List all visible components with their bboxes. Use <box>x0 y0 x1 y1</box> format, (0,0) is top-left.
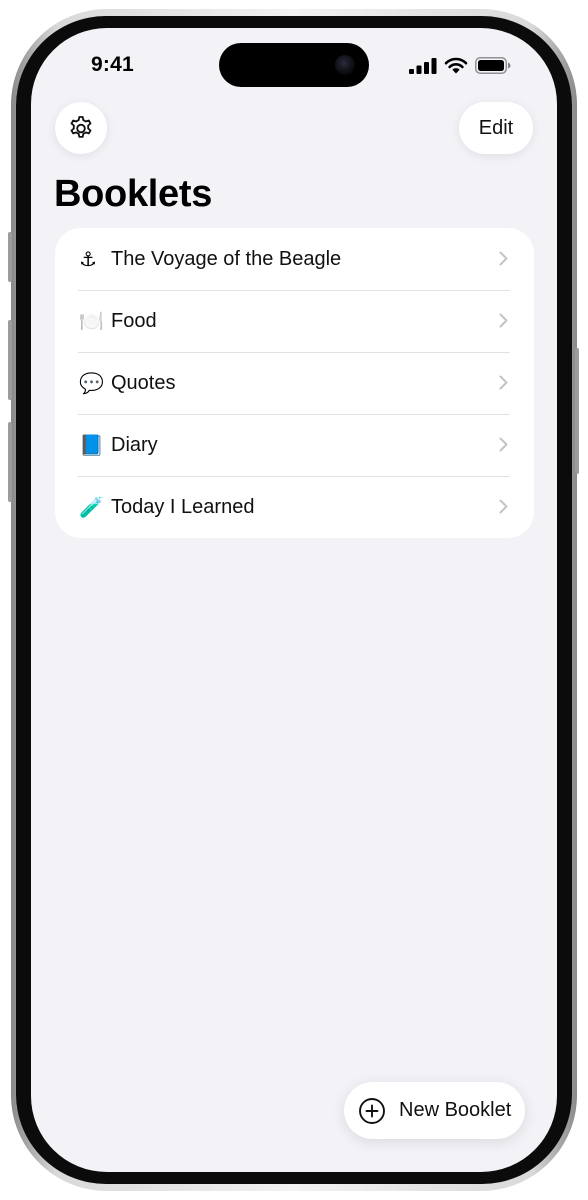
test-tube-icon: 🧪 <box>79 495 104 519</box>
chevron-right-icon <box>499 437 508 452</box>
booklet-list: ⚓ The Voyage of the Beagle 🍽️ Food 💬 Quo… <box>55 228 534 538</box>
plus-circle-icon <box>359 1097 385 1124</box>
chevron-right-icon <box>499 251 508 266</box>
booklet-label: The Voyage of the Beagle <box>111 247 342 270</box>
booklet-label: Today I Learned <box>111 495 255 518</box>
action-button <box>8 232 12 282</box>
new-booklet-label: New Booklet <box>399 1099 512 1121</box>
dynamic-island <box>219 43 369 87</box>
settings-button[interactable] <box>55 102 107 154</box>
status-time: 9:41 <box>91 53 134 76</box>
booklet-item-today-i-learned[interactable]: 🧪 Today I Learned <box>55 476 534 538</box>
blue-book-icon: 📘 <box>79 433 104 457</box>
new-booklet-button[interactable]: New Booklet <box>344 1082 525 1139</box>
speech-bubble-icon: 💬 <box>79 371 104 395</box>
booklet-item-food[interactable]: 🍽️ Food <box>55 290 534 352</box>
chevron-right-icon <box>499 499 508 514</box>
chevron-right-icon <box>499 313 508 328</box>
front-camera <box>335 55 355 75</box>
chevron-right-icon <box>499 375 508 390</box>
app-screen: 9:41 Edit Booklets ⚓ The Voyage of the B… <box>31 28 557 1172</box>
booklet-label: Quotes <box>111 371 176 394</box>
edit-button[interactable]: Edit <box>459 102 533 154</box>
booklet-item-quotes[interactable]: 💬 Quotes <box>55 352 534 414</box>
volume-down-button <box>8 422 12 502</box>
booklet-label: Diary <box>111 433 158 456</box>
battery-icon <box>475 57 511 74</box>
wifi-icon <box>444 57 468 74</box>
power-button <box>575 348 579 474</box>
plate-icon: 🍽️ <box>79 309 104 333</box>
page-title: Booklets <box>54 173 213 215</box>
volume-up-button <box>8 320 12 400</box>
booklet-item-voyage-of-the-beagle[interactable]: ⚓ The Voyage of the Beagle <box>55 228 534 290</box>
booklet-label: Food <box>111 309 157 332</box>
gear-icon <box>70 116 92 138</box>
status-icons <box>409 57 511 74</box>
anchor-icon: ⚓ <box>79 247 97 271</box>
booklet-item-diary[interactable]: 📘 Diary <box>55 414 534 476</box>
cellular-signal-icon <box>409 57 437 74</box>
